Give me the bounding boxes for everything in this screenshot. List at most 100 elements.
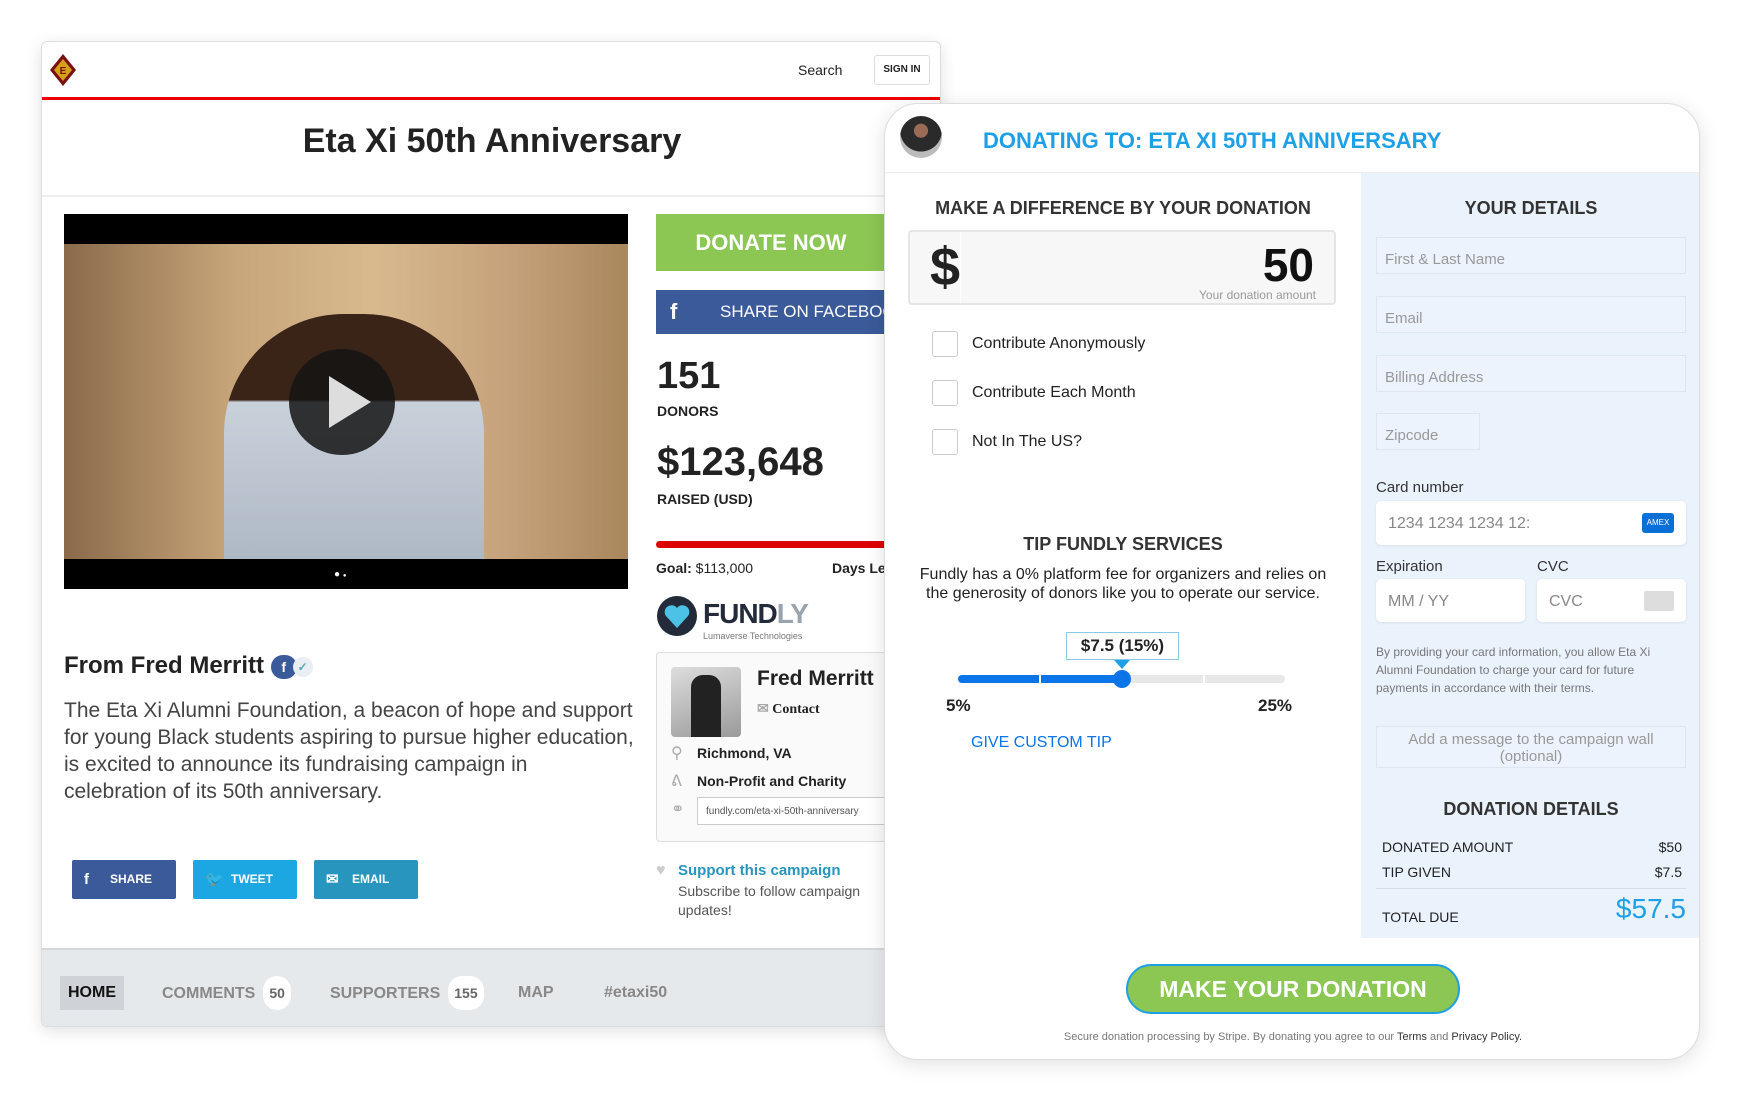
email-button[interactable]: ✉ EMAIL xyxy=(314,860,418,899)
tweet-button[interactable]: 🐦 TWEET xyxy=(193,860,297,899)
from-heading-text: From Fred Merritt xyxy=(64,652,265,679)
organizer-location: Richmond, VA xyxy=(697,745,792,761)
modal-title: DONATING TO: ETA XI 50TH ANNIVERSARY xyxy=(983,128,1442,153)
your-details-heading: YOUR DETAILS xyxy=(1464,198,1598,218)
privacy-link[interactable]: Privacy Policy. xyxy=(1451,1031,1522,1043)
tweet-label: TWEET xyxy=(231,872,273,886)
make-donation-button[interactable]: MAKE YOUR DONATION xyxy=(1126,964,1460,1014)
cvc-label: CVC xyxy=(1537,558,1569,575)
support-text: Subscribe to follow campaign updates! xyxy=(678,883,861,918)
ribbon-icon: ᕕ xyxy=(671,773,682,790)
envelope-icon: ✉ xyxy=(326,871,339,888)
donation-amount-input[interactable]: $ 50 Your donation amount xyxy=(908,230,1336,305)
zipcode-input[interactable]: Zipcode xyxy=(1376,413,1480,450)
heart-icon: ♥ xyxy=(656,862,666,879)
support-title[interactable]: Support this campaign xyxy=(678,862,841,879)
not-in-us-label[interactable]: Not In The US? xyxy=(972,433,1082,451)
share-label: SHARE xyxy=(110,872,153,886)
slider-handle[interactable] xyxy=(1112,670,1131,688)
tab-label: SUPPORTERS xyxy=(330,985,441,1002)
custom-tip-link[interactable]: GIVE CUSTOM TIP xyxy=(971,734,1112,752)
monthly-label[interactable]: Contribute Each Month xyxy=(972,384,1136,402)
expiration-input[interactable]: MM / YY xyxy=(1376,579,1525,622)
tab-bar: HOME COMMENTS 50 SUPPORTERS 155 MAP #etaxi… xyxy=(42,948,940,1026)
tip-row: TIP GIVEN $7.5 xyxy=(1382,864,1682,880)
contact-link[interactable]: ✉ Contact xyxy=(757,701,820,718)
donors-count: 151 xyxy=(657,355,721,397)
donated-value: $50 xyxy=(1658,839,1682,855)
billing-address-input[interactable]: Billing Address xyxy=(1376,355,1686,392)
footer-text: Secure donation processing by Stripe. By… xyxy=(1063,1031,1397,1043)
raised-label: RAISED (USD) xyxy=(657,491,753,507)
donors-label: DONORS xyxy=(657,403,719,419)
facebook-label: SHARE ON FACEBOOK xyxy=(720,302,908,321)
from-heading: From Fred Merritt f ✓ xyxy=(64,652,313,680)
supporters-count-badge: 155 xyxy=(448,976,484,1010)
link-icon: ⚭ xyxy=(671,801,685,818)
modal-header: DONATING TO: ETA XI 50TH ANNIVERSARY xyxy=(885,104,1699,173)
footer-and: and xyxy=(1426,1031,1452,1043)
tab-supporters[interactable]: SUPPORTERS 155 xyxy=(330,976,484,1010)
tip-min-label: 5% xyxy=(946,696,971,715)
contact-label: Contact xyxy=(772,702,820,717)
campaign-page: E Search SIGN IN Eta Xi 50th Anniversary… xyxy=(41,41,941,1027)
anonymous-label[interactable]: Contribute Anonymously xyxy=(972,335,1145,353)
tip-max-label: 25% xyxy=(1258,696,1293,715)
twitter-icon: 🐦 xyxy=(205,871,224,888)
email-label: EMAIL xyxy=(352,872,390,886)
amount-hint: Your donation amount xyxy=(1199,288,1316,302)
fundly-heart-icon xyxy=(657,596,697,636)
card-number-input[interactable]: 1234 1234 1234 12: AMEX xyxy=(1376,501,1686,545)
sign-in-button[interactable]: SIGN IN xyxy=(874,55,930,85)
anonymous-checkbox[interactable] xyxy=(932,331,958,357)
tab-comments[interactable]: COMMENTS 50 xyxy=(162,976,291,1010)
logo-icon[interactable]: E xyxy=(50,54,76,86)
tab-home[interactable]: HOME xyxy=(60,976,124,1010)
campaign-description: The Eta Xi Alumni Foundation, a beacon o… xyxy=(64,699,634,803)
search-link[interactable]: Search xyxy=(798,62,842,78)
tip-value: $7.5 xyxy=(1654,864,1682,880)
expiration-label: Expiration xyxy=(1376,558,1443,575)
name-input[interactable]: First & Last Name xyxy=(1376,237,1686,274)
cvc-card-icon xyxy=(1644,591,1674,611)
tab-label: COMMENTS xyxy=(162,985,256,1002)
monthly-checkbox[interactable] xyxy=(932,380,958,406)
page-title: Eta Xi 50th Anniversary xyxy=(302,122,682,160)
footer-note: Secure donation processing by Stripe. By… xyxy=(885,1031,1699,1043)
donation-details-heading: DONATION DETAILS xyxy=(1443,799,1619,819)
terms-link[interactable]: Terms xyxy=(1397,1031,1427,1043)
cvc-input[interactable]: CVC xyxy=(1537,579,1686,622)
donated-amount-row: DONATED AMOUNT $50 xyxy=(1382,839,1682,855)
tip-description: Fundly has a 0% platform fee for organiz… xyxy=(919,566,1327,602)
play-icon[interactable] xyxy=(289,349,395,455)
tab-hashtag[interactable]: #etaxi50 xyxy=(604,976,667,1010)
goal-label: Goal: xyxy=(656,560,692,576)
goal: Goal: $113,000 xyxy=(656,560,753,576)
goal-value: $113,000 xyxy=(695,560,754,576)
fundly-brand-b: LY xyxy=(776,598,809,629)
email-input[interactable]: Email xyxy=(1376,296,1686,333)
organizer-avatar xyxy=(900,116,942,158)
card-number-label: Card number xyxy=(1376,479,1464,496)
organizer-name: Fred Merritt xyxy=(757,667,874,690)
not-in-us-checkbox[interactable] xyxy=(932,429,958,455)
tab-map[interactable]: MAP xyxy=(518,976,554,1010)
total-value: $57.5 xyxy=(1615,893,1686,924)
cvc-placeholder: CVC xyxy=(1549,593,1583,610)
divider xyxy=(42,195,940,197)
donation-modal: DONATING TO: ETA XI 50TH ANNIVERSARY MAK… xyxy=(884,103,1700,1060)
share-button[interactable]: f SHARE xyxy=(72,860,176,899)
tip-slider[interactable] xyxy=(958,670,1285,688)
organizer-category: Non-Profit and Charity xyxy=(697,773,847,789)
comments-count-badge: 50 xyxy=(263,976,291,1010)
message-input[interactable]: Add a message to the campaign wall (opti… xyxy=(1376,726,1686,768)
carousel-dots[interactable]: ● ● xyxy=(334,569,346,580)
donated-label: DONATED AMOUNT xyxy=(1382,839,1514,855)
fundly-brand-a: FUND xyxy=(703,598,778,629)
currency-symbol: $ xyxy=(930,237,961,297)
tip-heading: TIP FUNDLY SERVICES xyxy=(1023,534,1223,554)
video-player[interactable]: ● ● xyxy=(64,214,628,589)
raised-amount: $123,648 xyxy=(657,440,824,484)
tip-value-tooltip: $7.5 (15%) xyxy=(1066,632,1179,660)
card-legal-text: By providing your card information, you … xyxy=(1376,645,1651,695)
